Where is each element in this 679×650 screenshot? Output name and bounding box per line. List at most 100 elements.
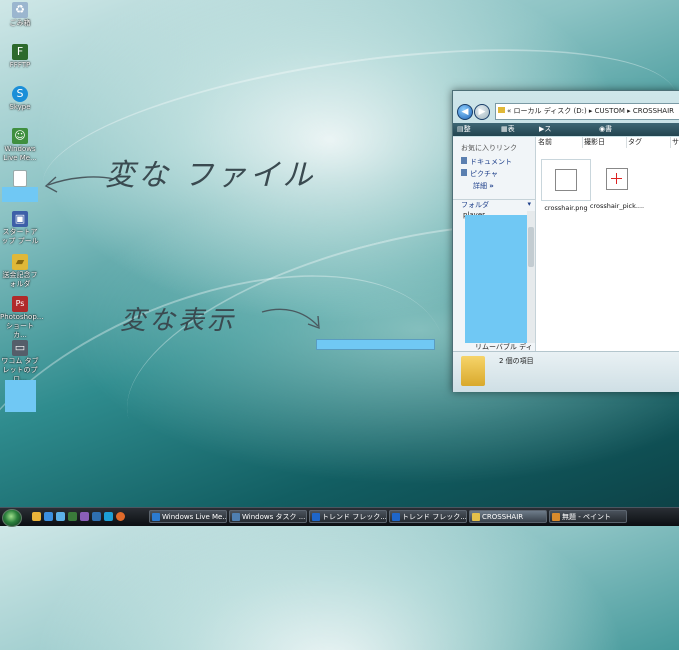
ffftp-shortcut[interactable]: F FFFTP xyxy=(0,44,40,70)
more-link[interactable]: 詳細 » xyxy=(473,181,494,191)
strange-file-icon[interactable] xyxy=(0,170,40,188)
column-name[interactable]: 名前 xyxy=(536,137,583,148)
desktop-icon-label: スタートアップ プール xyxy=(1,228,39,245)
annotation-strange-file: 変な ファイル xyxy=(105,158,316,193)
folder-shortcut[interactable]: ▰ 送金記念フォルダ xyxy=(0,254,40,289)
folders-label: フォルダ xyxy=(461,201,489,209)
taskbar-button-messenger[interactable]: Windows Live Me... xyxy=(149,510,227,523)
file-crosshair-pick[interactable]: crosshair_pick.... xyxy=(588,159,646,210)
live-messenger-shortcut[interactable]: ☺ Windows Live Me... xyxy=(0,128,40,163)
image-thumbnail xyxy=(593,159,641,199)
organize-button[interactable]: ▤ 整理 ▾ xyxy=(457,123,471,159)
link-label: ドキュメント xyxy=(470,158,512,166)
pictures-icon xyxy=(461,169,467,176)
switch-windows-icon[interactable] xyxy=(56,512,65,521)
taskbar-label: CROSSHAIR xyxy=(482,513,524,521)
folders-header[interactable]: フォルダ ▾ xyxy=(453,199,535,210)
column-tags[interactable]: タグ xyxy=(626,137,671,148)
image-thumbnail xyxy=(541,159,591,201)
ffftp-icon: F xyxy=(12,44,28,60)
tablet-icon: ▭ xyxy=(12,340,28,356)
favorites-heading: お気に入りリンク xyxy=(461,144,517,152)
messenger-icon xyxy=(152,513,160,521)
taskbar-button-task[interactable]: Windows タスク ... xyxy=(229,510,307,523)
file-crosshair-png[interactable]: crosshair.png xyxy=(537,159,595,212)
taskbar-button-crosshair[interactable]: CROSSHAIR xyxy=(469,510,547,523)
startup-icon: ▣ xyxy=(12,211,28,227)
strange-display-bar xyxy=(316,339,435,350)
quicklaunch-icon[interactable] xyxy=(68,512,77,521)
folder-icon xyxy=(461,356,485,386)
folder-icon xyxy=(498,107,505,113)
photoshop-shortcut[interactable]: Ps Photoshop... ショートカ... xyxy=(0,296,44,340)
paint-icon xyxy=(552,513,560,521)
command-bar: ▤ 整理 ▾ ▦ 表示 ▾ ▶ スライドショー ◉ 書き込む xyxy=(453,123,679,211)
ie-icon xyxy=(312,513,320,521)
blank-image-icon xyxy=(555,169,577,191)
back-button[interactable]: ◀ xyxy=(457,104,473,120)
start-button[interactable] xyxy=(2,509,22,527)
desktop-icon-label: Skype xyxy=(9,103,31,111)
taskbar-label: Windows Live Me... xyxy=(162,513,227,521)
forward-button[interactable]: ▶ xyxy=(474,104,490,120)
details-pane: 2 個の項目 xyxy=(453,351,679,392)
blank-file-icon xyxy=(13,170,27,187)
documents-icon xyxy=(461,157,467,164)
file-list[interactable]: 名前 撮影日 タグ サ crosshair.png crosshair_pick… xyxy=(536,137,679,351)
explorer-window[interactable]: ◀ ▶ « ローカル ディスク (D:) ▸ CUSTOM ▸ CROSSHAI… xyxy=(452,90,679,392)
file-name: crosshair.png xyxy=(544,204,588,212)
recycle-bin-icon[interactable]: ♻ ごみ箱 xyxy=(0,2,40,28)
breadcrumb: « ローカル ディスク (D:) ▸ CUSTOM ▸ CROSSHAIR xyxy=(507,107,675,115)
link-pictures[interactable]: ピクチャ xyxy=(461,169,498,179)
quicklaunch-icon[interactable] xyxy=(80,512,89,521)
link-documents[interactable]: ドキュメント xyxy=(461,157,512,167)
chevron-down-icon: ▾ xyxy=(527,200,531,208)
folder-icon xyxy=(472,513,480,521)
quicklaunch-icon[interactable] xyxy=(104,512,113,521)
column-size[interactable]: サ xyxy=(670,137,679,148)
desktop-icon-label: ごみ箱 xyxy=(9,19,31,27)
ie-icon xyxy=(392,513,400,521)
redacted-folder-tree xyxy=(465,215,527,343)
slideshow-button[interactable]: ▶ スライドショー xyxy=(539,123,551,211)
taskbar-label: Windows タスク ... xyxy=(242,513,306,521)
column-date-taken[interactable]: 撮影日 xyxy=(582,137,627,148)
link-label: ピクチャ xyxy=(470,170,498,178)
taskbar-button-paint[interactable]: 無題 - ペイント xyxy=(549,510,627,523)
taskbar-button-trendflex-2[interactable]: トレンド フレック... xyxy=(389,510,467,523)
address-bar[interactable]: « ローカル ディスク (D:) ▸ CUSTOM ▸ CROSSHAIR xyxy=(495,103,679,120)
more-label: 詳細 xyxy=(473,182,487,190)
annotation-strange-display: 変な表示 xyxy=(120,306,237,336)
task-manager-icon xyxy=(232,513,240,521)
tree-scrollbar[interactable] xyxy=(527,211,535,343)
taskbar-button-trendflex-1[interactable]: トレンド フレック... xyxy=(309,510,387,523)
navigation-pane: お気に入りリンク ドキュメント ピクチャ 詳細 » フォルダ ▾ player … xyxy=(453,137,536,351)
firefox-icon[interactable] xyxy=(116,512,125,521)
desktop-icon-label: 送金記念フォルダ xyxy=(2,271,38,288)
burn-button[interactable]: ◉ 書き込む xyxy=(599,123,612,172)
startup-pool-shortcut[interactable]: ▣ スタートアップ プール xyxy=(0,211,40,246)
taskbar: Windows Live Me... Windows タスク ... トレンド … xyxy=(0,507,679,527)
desktop-icon-label: FFFTP xyxy=(9,61,31,69)
folder-icon: ▰ xyxy=(12,254,28,270)
taskbar-label: トレンド フレック... xyxy=(402,513,467,521)
view-button[interactable]: ▦ 表示 ▾ xyxy=(501,123,515,159)
taskbar-label: トレンド フレック... xyxy=(322,513,387,521)
desktop-icon-label: Windows Live Me... xyxy=(3,145,37,162)
wacom-shortcut[interactable]: ▭ ワコム タブレットのプロ... xyxy=(0,340,40,384)
skype-shortcut[interactable]: S Skype xyxy=(0,86,40,112)
show-desktop-icon[interactable] xyxy=(32,512,41,521)
quicklaunch-icon[interactable] xyxy=(92,512,101,521)
crosshair-icon xyxy=(606,168,628,190)
photoshop-icon: Ps xyxy=(12,296,28,312)
double-chevron-icon: » xyxy=(489,182,494,190)
recycle-icon: ♻ xyxy=(12,2,28,18)
skype-icon: S xyxy=(12,86,28,102)
ie-icon[interactable] xyxy=(44,512,53,521)
redacted-icon xyxy=(5,380,36,412)
redacted-label xyxy=(2,187,38,202)
navigation-bar: ◀ ▶ « ローカル ディスク (D:) ▸ CUSTOM ▸ CROSSHAI… xyxy=(457,103,679,121)
scrollbar-thumb[interactable] xyxy=(528,227,534,267)
taskbar-label: 無題 - ペイント xyxy=(562,513,611,521)
desktop-icon-label: Photoshop... ショートカ... xyxy=(0,313,44,339)
